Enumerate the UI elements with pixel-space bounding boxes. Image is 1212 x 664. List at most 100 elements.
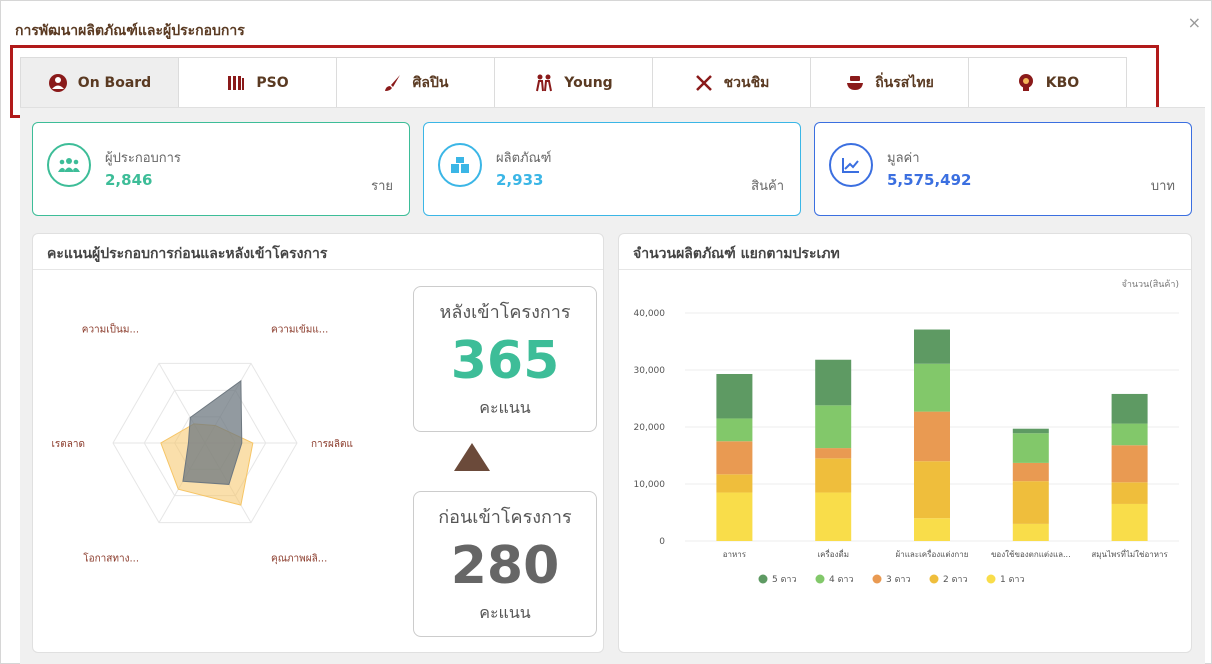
tab-label: PSO xyxy=(256,74,289,91)
bar-segment xyxy=(716,441,753,475)
window-title: การพัฒนาผลิตภัณฑ์และผู้ประกอบการ xyxy=(15,23,245,39)
brain-icon xyxy=(1016,73,1036,93)
radar-axis-label: ความเป็นม... xyxy=(82,322,139,336)
stat-card-entrepreneurs: ผู้ประกอบการ 2,846 ราย xyxy=(32,122,410,216)
tab-label: KBO xyxy=(1045,74,1080,91)
food-bowl-icon xyxy=(845,73,865,93)
y-tick-label: 0 xyxy=(659,537,665,547)
bar-segment xyxy=(716,474,753,493)
product-chart-panel: จำนวนผลิตภัณฑ์ แยกตามประเภท จำนวน(สินค้า… xyxy=(618,233,1192,653)
bar-segment xyxy=(914,329,950,364)
tab-artist[interactable]: ศิลปิน xyxy=(336,57,495,107)
people-icon xyxy=(534,73,554,93)
x-tick-label: ผ้าและเครื่องแต่งกาย xyxy=(896,548,969,559)
bar-segment xyxy=(914,518,950,541)
bar-segment xyxy=(1012,462,1049,482)
radar-chart: ความเข้มแ... การผลิตแคุณภาพผลิ... โอกาสทาง… xyxy=(51,322,353,565)
tab-label: ชวนชิม xyxy=(723,74,770,91)
tab-pso[interactable]: PSO xyxy=(178,57,337,107)
bar-segment xyxy=(815,492,852,541)
bar-segment xyxy=(1012,433,1049,463)
score-after-box: หลังเข้าโครงการ 365 คะแนน xyxy=(413,286,597,432)
radar-axis-label: คุณภาพผลิ... xyxy=(271,553,327,564)
legend-swatch xyxy=(758,574,768,584)
y-tick-label: 10,000 xyxy=(634,480,666,490)
x-tick-label: ของใช้ของตกแต่งแล... xyxy=(991,550,1071,559)
stat-label: ผลิตภัณฑ์ xyxy=(496,151,552,166)
tab-label: ศิลปิน xyxy=(412,74,449,91)
radar-axis-label: เรตลาด xyxy=(51,439,85,450)
bar-segment xyxy=(1012,523,1049,541)
bar-segment xyxy=(1111,423,1148,446)
arrow-up-icon xyxy=(454,443,490,471)
legend-label: 1 ดาว xyxy=(1000,575,1025,585)
stat-value: 2,846 xyxy=(105,171,153,189)
bar-segment xyxy=(716,418,753,442)
y-tick-label: 30,000 xyxy=(634,366,666,376)
x-tick-label: สมุนไพรที่ไม่ใช่อาหาร xyxy=(1091,548,1168,559)
stat-label: มูลค่า xyxy=(887,151,920,166)
bar-segment xyxy=(716,492,753,541)
tab-strip: On Board PSO ศิลปิน Young ชวนชิม ถิ่นรสไ… xyxy=(20,57,1127,107)
radar-axis-label: โอกาสทาง... xyxy=(83,551,139,564)
legend-label: 4 ดาว xyxy=(829,575,854,585)
score-before-title: ก่อนเข้าโครงการ xyxy=(438,507,572,528)
tab-thin-rot-thai[interactable]: ถิ่นรสไทย xyxy=(810,57,969,107)
y-tick-label: 40,000 xyxy=(634,309,666,319)
chart-up-icon xyxy=(829,143,873,187)
legend-label: 2 ดาว xyxy=(943,575,968,585)
stat-unit: ราย xyxy=(371,179,393,194)
close-button[interactable]: × xyxy=(1188,13,1201,32)
tab-label: On Board xyxy=(77,74,152,91)
legend-label: 3 ดาว xyxy=(886,575,911,585)
tab-on-board[interactable]: On Board xyxy=(20,57,179,107)
stat-card-products: ผลิตภัณฑ์ 2,933 สินค้า xyxy=(423,122,801,216)
users-icon xyxy=(47,143,91,187)
legend-swatch xyxy=(986,574,996,584)
tab-label: Young xyxy=(564,74,613,91)
legend-swatch xyxy=(815,574,825,584)
legend-swatch xyxy=(929,574,939,584)
bar-segment xyxy=(815,405,852,449)
y-axis-unit-label: จำนวน(สินค้า) xyxy=(1122,279,1179,290)
tab-young[interactable]: Young xyxy=(494,57,653,107)
x-tick-label: อาหาร xyxy=(723,550,747,559)
score-panel: คะแนนผู้ประกอบการก่อนและหลังเข้าโครงการ … xyxy=(32,233,604,653)
stat-card-value: มูลค่า 5,575,492 บาท xyxy=(814,122,1192,216)
onboard-icon xyxy=(48,73,68,93)
radar-axis-label: การผลิตแ xyxy=(311,439,353,450)
score-after-unit: คะแนน xyxy=(479,398,531,417)
y-tick-label: 20,000 xyxy=(634,423,666,433)
bar-segment xyxy=(716,373,753,419)
bar-segment xyxy=(1111,503,1148,541)
bar-segment xyxy=(1111,445,1148,483)
tab-chuan-chim[interactable]: ชวนชิม xyxy=(652,57,811,107)
score-before-value: 280 xyxy=(450,536,560,596)
stat-unit: บาท xyxy=(1150,179,1175,194)
bar-segment xyxy=(1012,428,1049,434)
tab-kbo[interactable]: KBO xyxy=(968,57,1127,107)
books-icon xyxy=(226,73,246,93)
boxes-icon xyxy=(438,143,482,187)
panel-title: จำนวนผลิตภัณฑ์ แยกตามประเภท xyxy=(619,234,1191,270)
bar-segment xyxy=(1012,481,1049,524)
score-after-title: หลังเข้าโครงการ xyxy=(439,302,571,323)
score-before-unit: คะแนน xyxy=(479,603,531,622)
score-after-value: 365 xyxy=(450,331,560,391)
panel-title: คะแนนผู้ประกอบการก่อนและหลังเข้าโครงการ xyxy=(33,234,603,270)
score-before-box: ก่อนเข้าโครงการ 280 คะแนน xyxy=(413,491,597,637)
tab-label: ถิ่นรสไทย xyxy=(875,74,934,91)
bar-segment xyxy=(914,461,950,519)
brush-icon xyxy=(383,73,403,93)
radar-axis-label: ความเข้มแ... xyxy=(271,324,328,336)
x-tick-label: เครื่องดื่ม xyxy=(817,548,849,559)
bar-segment xyxy=(914,363,950,412)
stat-label: ผู้ประกอบการ xyxy=(105,151,181,166)
bar-segment xyxy=(815,359,852,406)
stacked-bar-chart: จำนวน(สินค้า) 0 10,000 20,000 30,000 40,000 อา… xyxy=(634,279,1179,585)
bar-segment xyxy=(815,448,852,459)
radar-series-after xyxy=(182,379,243,485)
stat-value: 5,575,492 xyxy=(887,171,972,189)
bar-segment xyxy=(914,411,950,462)
utensils-icon xyxy=(694,73,714,93)
